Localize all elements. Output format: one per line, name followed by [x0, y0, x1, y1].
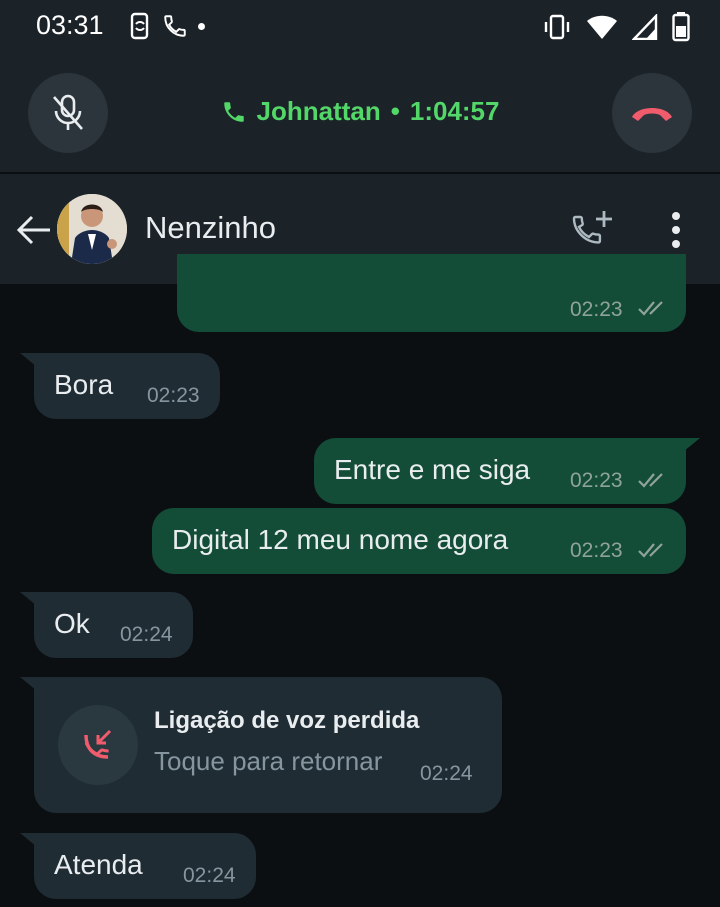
call-separator: • [390, 96, 400, 126]
phone-call-icon [164, 15, 186, 37]
battery-icon [672, 12, 690, 42]
wifi-icon [587, 15, 617, 39]
message-list[interactable]: 02:23 Bora 02:23 Entre e me siga 02:23 D… [0, 254, 720, 907]
message-bubble-outgoing[interactable]: 02:23 [177, 254, 686, 332]
vibrate-icon [544, 14, 570, 40]
message-text: Atenda [54, 849, 143, 880]
read-ticks-icon [638, 543, 663, 558]
message-bubble-incoming[interactable]: Atenda 02:24 [34, 833, 256, 899]
message-time: 02:23 [570, 539, 623, 562]
phone-icon [223, 101, 244, 122]
hang-up-icon [632, 108, 672, 121]
message-time: 02:24 [183, 864, 236, 887]
back-arrow-icon[interactable] [14, 212, 54, 248]
message-text: Bora [54, 369, 114, 400]
contact-photo [57, 194, 127, 264]
ongoing-call-bar[interactable]: Johnattan • 1:04:57 [0, 52, 720, 172]
contact-name[interactable]: Nenzinho [145, 210, 276, 246]
call-contact-name: Johnattan [256, 96, 381, 126]
status-bar: 03:31 [0, 0, 720, 52]
add-call-icon[interactable] [570, 208, 616, 250]
message-text: Ok [54, 608, 90, 639]
message-text: Digital 12 meu nome agora [172, 524, 509, 555]
missed-call-card[interactable]: Ligação de voz perdida Toque para retorn… [34, 677, 502, 813]
call-duration: 1:04:57 [409, 96, 500, 126]
message-time: 02:23 [570, 469, 623, 492]
avatar[interactable] [57, 194, 127, 264]
status-time: 03:31 [36, 10, 104, 40]
message-time: 02:24 [420, 762, 473, 785]
missed-call-icon-circle [58, 705, 138, 785]
end-call-button[interactable] [612, 73, 692, 153]
message-bubble-incoming[interactable]: Bora 02:23 [34, 353, 220, 419]
missed-call-subtitle: Toque para retornar [154, 746, 383, 776]
missed-call-title: Ligação de voz perdida [154, 707, 420, 734]
message-time: 02:23 [147, 384, 200, 407]
more-options-icon[interactable] [664, 210, 688, 250]
message-bubble-incoming[interactable]: Ok 02:24 [34, 592, 193, 658]
missed-call-icon [84, 729, 112, 759]
signal-icon [632, 14, 658, 40]
message-bubble-outgoing[interactable]: Entre e me siga 02:23 [314, 438, 686, 504]
read-ticks-icon [638, 473, 663, 488]
message-bubble-outgoing[interactable]: Digital 12 meu nome agora 02:23 [152, 508, 686, 574]
message-text: Entre e me siga [334, 454, 531, 485]
message-time: 02:23 [570, 298, 623, 321]
notification-dot [198, 22, 205, 30]
read-ticks-icon [638, 301, 663, 316]
screen-rotate-icon [130, 12, 149, 40]
message-time: 02:24 [120, 623, 173, 646]
